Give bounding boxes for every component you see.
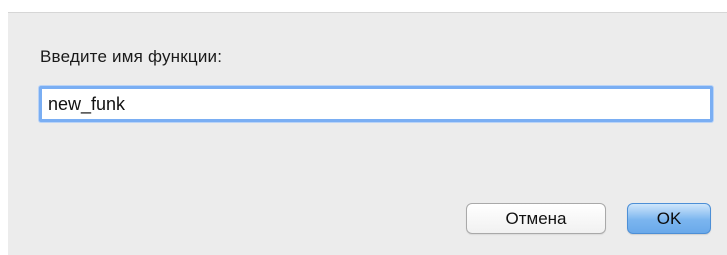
function-name-label: Введите имя функции: bbox=[40, 47, 223, 66]
function-name-input[interactable] bbox=[39, 86, 713, 122]
ok-button[interactable]: OK bbox=[627, 203, 711, 234]
cancel-button[interactable]: Отмена bbox=[466, 203, 606, 234]
function-name-dialog: Введите имя функции: Отмена OK bbox=[8, 12, 727, 255]
